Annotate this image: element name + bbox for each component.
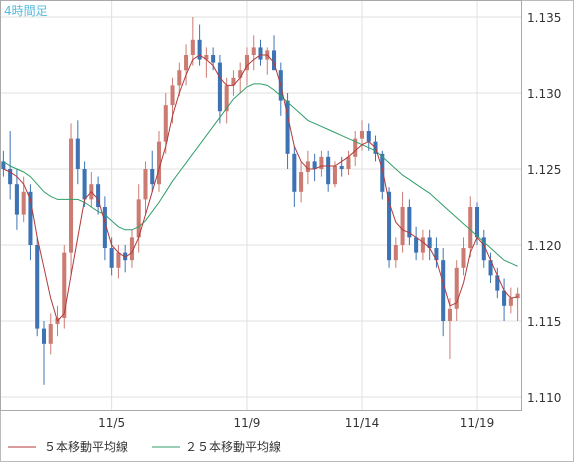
candle-body <box>468 207 473 249</box>
candle-body <box>177 70 182 86</box>
candle <box>62 245 67 329</box>
candle-body <box>224 85 229 112</box>
candle-body <box>508 298 513 306</box>
candle-body <box>447 308 452 321</box>
chart-border <box>0 0 574 462</box>
chart-frame: 1.110 1.115 1.120 1.125 1.130 1.135 11/5 11/9 1… <box>0 0 574 462</box>
candle-body <box>75 138 80 169</box>
candle-body <box>332 165 337 185</box>
candle-body <box>170 85 175 106</box>
x-tick-label: 11/19 <box>460 416 495 430</box>
candle-body <box>299 172 304 192</box>
timeframe-label: 4時間足 <box>4 4 48 18</box>
candle-body <box>461 248 466 268</box>
candle-body <box>400 207 405 245</box>
candle-body <box>292 153 297 192</box>
candle-body <box>217 62 222 112</box>
candle-body <box>474 207 480 238</box>
candle-body <box>184 55 189 71</box>
x-tick-label: 11/5 <box>98 416 125 430</box>
candle <box>387 187 392 268</box>
legend-ma5-label: ５本移動平均線 <box>44 439 128 454</box>
candle-body <box>420 237 425 253</box>
candle-body <box>190 39 195 55</box>
candle-body <box>393 245 398 261</box>
candle-body <box>48 324 53 344</box>
candle-body <box>14 184 19 215</box>
candle-body <box>163 105 168 142</box>
candle-body <box>359 131 365 139</box>
legend-ma25-label: ２５本移動平均線 <box>185 439 281 454</box>
x-tick-label: 11/9 <box>233 416 260 430</box>
candle <box>35 237 40 337</box>
candle-body <box>319 156 324 169</box>
candle-body <box>116 252 121 268</box>
y-tick-label: 1.110 <box>527 391 561 405</box>
y-tick-label: 1.130 <box>527 87 561 101</box>
y-tick-label: 1.120 <box>527 239 561 253</box>
y-tick-label: 1.135 <box>527 11 561 25</box>
candle-body <box>211 55 216 63</box>
y-tick-label: 1.125 <box>527 163 561 177</box>
candle-body <box>380 153 385 192</box>
candle-body <box>21 191 26 215</box>
candle-body <box>346 156 351 169</box>
candle-body <box>251 47 256 55</box>
candle-body <box>41 328 47 344</box>
candle-body <box>414 237 419 253</box>
candle-body <box>82 169 87 200</box>
candle-body <box>326 156 331 185</box>
candle-body <box>258 47 263 60</box>
candle-body <box>197 39 202 60</box>
candle-body <box>69 138 74 253</box>
candle-body <box>366 131 371 142</box>
candle-body <box>109 248 114 268</box>
candle-body <box>339 165 344 169</box>
candle-body <box>150 169 155 185</box>
candle-body <box>35 245 40 329</box>
candle-body <box>238 70 243 78</box>
candle-body <box>441 260 446 321</box>
y-tick-label: 1.115 <box>527 315 561 329</box>
candle-body <box>143 169 148 200</box>
x-tick-label: 11/14 <box>345 416 380 430</box>
